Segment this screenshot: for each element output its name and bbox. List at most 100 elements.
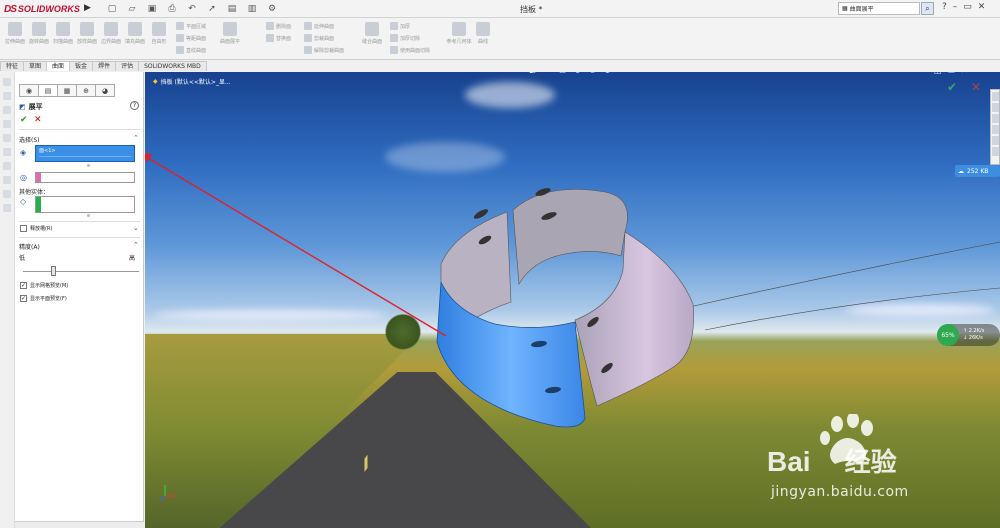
untrim-surface-button[interactable]: 解除剪裁曲面 — [304, 46, 344, 54]
close-icon[interactable]: ✕ — [978, 2, 986, 12]
previous-view-icon[interactable]: ↶ — [513, 72, 522, 74]
thicken-button[interactable]: 加厚 — [390, 22, 410, 30]
resources-icon[interactable] — [991, 92, 999, 101]
thicken-cut-button[interactable]: 加厚切除 — [390, 34, 420, 42]
extend-surface-button[interactable]: 延伸曲面 — [304, 22, 334, 30]
show-flat-preview-option[interactable]: ✓ 显示平面预览(F) — [20, 295, 67, 302]
feature-manager-tab-icon[interactable]: ◉ — [19, 84, 39, 97]
upload-speed-badge[interactable]: ☁ 252 KB — [955, 165, 1000, 177]
restore-icon[interactable]: ▭ — [963, 2, 972, 12]
fill-surface-button[interactable]: 填充曲面 — [124, 22, 146, 45]
accuracy-section-header[interactable]: 精度(A) — [19, 242, 40, 251]
tile-icon[interactable]: ◫ — [934, 72, 942, 75]
tool-icon[interactable] — [3, 148, 11, 156]
chevron-down-icon[interactable]: ⌄ — [133, 224, 139, 232]
tool-icon[interactable] — [3, 190, 11, 198]
selection-section-header[interactable]: 选择(S) — [19, 135, 40, 144]
feature-breadcrumb[interactable]: ◆ 挡板 (默认<<默认>_显... — [153, 77, 231, 86]
chevron-up-icon[interactable]: ⌃ — [133, 241, 139, 249]
tool-icon[interactable] — [3, 134, 11, 142]
options-gear-icon[interactable]: ⚙ — [264, 2, 280, 16]
view-orientation-icon[interactable]: ▣ — [558, 72, 567, 74]
relief-section-header[interactable]: 释放槽(R) — [20, 225, 52, 232]
revolve-surface-button[interactable]: 旋转曲面 — [28, 22, 50, 45]
zoom-area-icon[interactable]: ⌕ — [498, 72, 507, 74]
appearance-icon[interactable]: ◐ — [603, 72, 612, 74]
appearances-icon[interactable] — [991, 136, 999, 145]
show-mesh-checkbox[interactable]: ✓ — [20, 282, 27, 289]
print-icon[interactable]: ⎙ — [164, 2, 180, 16]
close-icon[interactable]: ✕ — [961, 72, 968, 75]
curves-button[interactable]: 曲线 — [472, 22, 494, 45]
accuracy-slider-thumb[interactable] — [50, 266, 56, 276]
help-icon[interactable]: ? — [130, 101, 139, 110]
resize-dot[interactable] — [87, 164, 90, 167]
custom-properties-icon[interactable] — [991, 147, 999, 156]
tool-icon[interactable] — [3, 204, 11, 212]
save-icon[interactable]: ▣ — [144, 2, 160, 16]
freeform-button[interactable]: 自由形 — [148, 22, 170, 45]
tab-features[interactable]: 特征 — [0, 61, 25, 71]
zoom-to-fit-icon[interactable]: ⌕ — [483, 72, 492, 74]
view-palette-icon[interactable] — [991, 125, 999, 134]
resize-dot[interactable] — [87, 214, 90, 217]
dimxpert-tab-icon[interactable]: ⊕ — [76, 84, 96, 97]
tab-sheet-metal[interactable]: 钣金 — [69, 61, 94, 71]
tab-sketch[interactable]: 草图 — [23, 61, 48, 71]
vertex-selection-field[interactable] — [35, 172, 135, 183]
graphics-viewport[interactable]: ◆挡板 (默认<<默认>_显... ⌕ ⌕ ↶ ◧ ✎ ▣ ◍ ◉ ◐ ▭ ◫ … — [145, 72, 1000, 528]
face-selection-box[interactable]: 面<1> — [35, 145, 135, 162]
ruled-surface-button[interactable]: 直纹曲面 — [176, 46, 206, 54]
restore-icon[interactable]: ▭ — [948, 72, 956, 75]
tab-surfaces[interactable]: 曲面 — [46, 61, 71, 71]
surface-flatten-button[interactable]: 曲面展平 — [218, 22, 242, 45]
replace-face-button[interactable]: 替换面 — [266, 34, 291, 42]
planar-surface-button[interactable]: 平面区域 — [176, 22, 206, 30]
tool-icon[interactable] — [3, 162, 11, 170]
undo-icon[interactable]: ↶ — [184, 2, 200, 16]
minimize-icon[interactable]: – — [953, 2, 958, 12]
search-button[interactable]: ⌕ — [921, 2, 934, 15]
offset-surface-button[interactable]: 等距曲面 — [176, 34, 206, 42]
tab-weldments[interactable]: 焊件 — [92, 61, 117, 71]
cancel-button[interactable]: ✕ — [34, 115, 42, 125]
confirm-corner-cancel-icon[interactable]: ✕ — [971, 80, 981, 94]
knit-surface-button[interactable]: 缝合曲面 — [360, 22, 384, 45]
other-entities-field[interactable] — [35, 196, 135, 213]
sweep-surface-button[interactable]: 扫描曲面 — [52, 22, 74, 45]
file-properties-icon[interactable]: ▥ — [244, 2, 260, 16]
accuracy-slider-track[interactable] — [23, 271, 139, 272]
display-style-icon[interactable]: ◍ — [573, 72, 582, 74]
new-file-icon[interactable]: ▢ — [104, 2, 120, 16]
select-icon[interactable]: ➚ — [204, 2, 220, 16]
tool-icon[interactable] — [3, 106, 11, 114]
property-manager-tab-icon[interactable]: ▤ — [38, 84, 58, 97]
confirm-corner-ok-icon[interactable]: ✔ — [947, 80, 957, 94]
design-library-icon[interactable] — [991, 103, 999, 112]
tool-icon[interactable] — [3, 78, 11, 86]
help-icon[interactable]: ? — [942, 2, 947, 12]
cut-with-surface-button[interactable]: 使用曲面切除 — [390, 46, 430, 54]
section-view-icon[interactable]: ◧ — [528, 72, 537, 74]
chevron-up-icon[interactable]: ⌃ — [133, 134, 139, 142]
solidworks-logo[interactable]: DS SOLIDWORKS — [4, 2, 80, 16]
show-mesh-preview-option[interactable]: ✓ 显示网格预览(M) — [20, 282, 68, 289]
trim-surface-button[interactable]: 剪裁曲面 — [304, 34, 334, 42]
show-flat-checkbox[interactable]: ✓ — [20, 295, 27, 302]
loft-surface-button[interactable]: 放样曲面 — [76, 22, 98, 45]
tab-mbd[interactable]: SOLIDWORKS MBD — [138, 61, 207, 71]
scene-icon[interactable]: ▭ — [618, 72, 627, 74]
tab-evaluate[interactable]: 评估 — [115, 61, 140, 71]
file-explorer-icon[interactable] — [991, 114, 999, 123]
boundary-surface-button[interactable]: 边界曲面 — [100, 22, 122, 45]
network-monitor-widget[interactable]: 65% ↑ 2.2K/s ↓ 26K/s — [937, 324, 1000, 346]
open-file-icon[interactable]: ▱ — [124, 2, 140, 16]
tool-icon[interactable] — [3, 92, 11, 100]
relief-checkbox[interactable] — [20, 225, 27, 232]
ok-button[interactable]: ✔ — [20, 115, 28, 125]
display-manager-tab-icon[interactable]: ◕ — [95, 84, 115, 97]
menu-expand-icon[interactable]: ▶ — [84, 3, 92, 15]
dynamic-annotation-icon[interactable]: ✎ — [543, 72, 552, 74]
hide-show-icon[interactable]: ◉ — [588, 72, 597, 74]
tool-icon[interactable] — [3, 120, 11, 128]
